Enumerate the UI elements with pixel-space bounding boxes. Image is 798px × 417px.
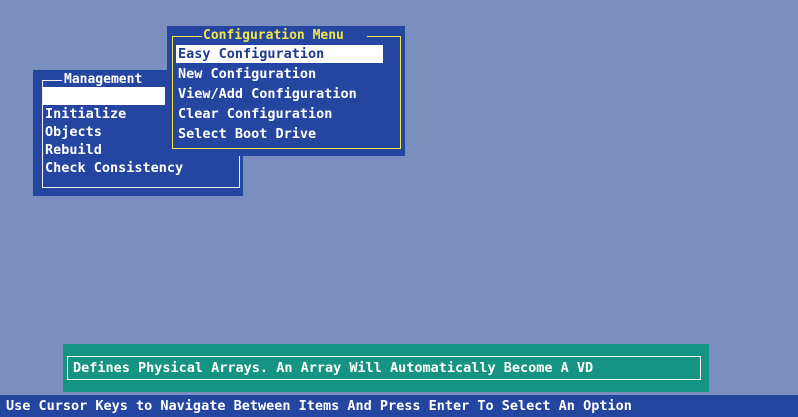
menu-item-rebuild[interactable]: Rebuild (43, 141, 165, 159)
menu-item-select-boot-drive[interactable]: Select Boot Drive (176, 125, 383, 143)
management-menu-title: Management (64, 72, 143, 87)
configuration-menu: Configuration Menu Easy Configuration Ne… (167, 26, 405, 156)
menu-item-objects[interactable]: Objects (43, 123, 165, 141)
configuration-menu-title: Configuration Menu (203, 28, 344, 43)
menu-item-initialize[interactable]: Initialize (43, 105, 165, 123)
description-box: Defines Physical Arrays. An Array Will A… (63, 344, 709, 392)
menu-item-clear-configuration[interactable]: Clear Configuration (176, 105, 383, 123)
status-bar: Use Cursor Keys to Navigate Between Item… (0, 395, 798, 417)
description-text: Defines Physical Arrays. An Array Will A… (67, 356, 701, 380)
menu-item-check-consistency[interactable]: Check Consistency (43, 159, 225, 177)
menu-item-view-add-configuration[interactable]: View/Add Configuration (176, 85, 383, 103)
menu-item-easy-configuration[interactable]: Easy Configuration (176, 45, 383, 63)
menu-item-configure[interactable]: Configure (43, 87, 165, 105)
menu-item-new-configuration[interactable]: New Configuration (176, 65, 383, 83)
bios-screen: Management Configure Initialize Objects … (0, 0, 798, 417)
